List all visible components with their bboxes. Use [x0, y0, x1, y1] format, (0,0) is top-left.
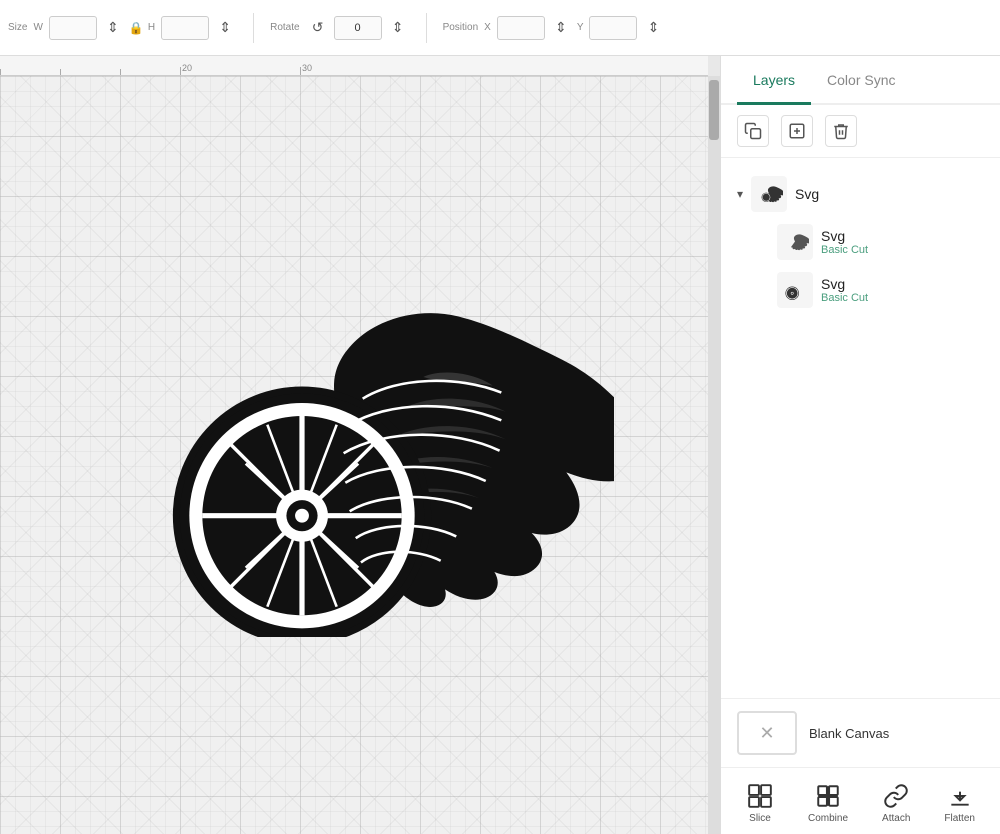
layer-group-thumb [751, 176, 787, 212]
layer-group-header[interactable]: ▾ Svg [737, 170, 984, 218]
divider-2 [426, 13, 427, 43]
vertical-scrollbar[interactable] [708, 76, 720, 834]
lock-icon: 🔒 [129, 21, 144, 35]
x-input[interactable] [497, 16, 545, 40]
y-label: Y [577, 22, 584, 33]
x-stepper[interactable]: ⇕ [549, 16, 573, 40]
toolbar-size-group: Size W ⇕ 🔒 H ⇕ [8, 16, 237, 40]
rotate-stepper[interactable]: ⇕ [386, 16, 410, 40]
panel-toolbar [721, 105, 1000, 158]
layer-item-svg1[interactable]: Svg Basic Cut [737, 218, 984, 266]
width-input[interactable] [49, 16, 97, 40]
layer-item-1-name: Svg [821, 228, 868, 244]
right-panel: Layers Color Sync ▾ [720, 56, 1000, 834]
height-stepper[interactable]: ⇕ [213, 16, 237, 40]
panel-tabs: Layers Color Sync [721, 56, 1000, 105]
copy-layer-button[interactable] [737, 115, 769, 147]
combine-button[interactable]: Combine [800, 778, 856, 828]
y-stepper[interactable]: ⇕ [641, 16, 665, 40]
layer-item-1-thumb [777, 224, 813, 260]
y-input[interactable] [589, 16, 637, 40]
blank-canvas-thumb [737, 711, 797, 755]
panel-action-bar: Slice Combine Attach Flatten [721, 767, 1000, 834]
width-stepper[interactable]: ⇕ [101, 16, 125, 40]
flatten-label: Flatten [944, 813, 975, 824]
main-toolbar: Size W ⇕ 🔒 H ⇕ Rotate ↺ ⇕ Position X ⇕ Y… [0, 0, 1000, 56]
layer-item-1-info: Svg Basic Cut [821, 228, 868, 256]
ruler-horizontal: 20 30 [0, 56, 708, 76]
canvas-area[interactable]: 20 30 [0, 56, 720, 834]
ruler-mark-30: 30 [302, 63, 312, 73]
height-input[interactable] [161, 16, 209, 40]
layer-item-1-sub: Basic Cut [821, 244, 868, 256]
flatten-icon [946, 782, 974, 810]
blank-canvas-row: Blank Canvas [737, 711, 984, 755]
layer-item-2-thumb [777, 272, 813, 308]
slice-button[interactable]: Slice [738, 778, 782, 828]
tab-color-sync[interactable]: Color Sync [811, 56, 911, 105]
blank-canvas-label: Blank Canvas [809, 726, 889, 741]
position-label: Position [443, 22, 479, 33]
scrollbar-thumb [709, 80, 719, 140]
combine-icon [814, 782, 842, 810]
x-label: X [484, 22, 491, 33]
toolbar-position-group: Position X ⇕ Y ⇕ [443, 16, 666, 40]
chevron-down-icon: ▾ [737, 187, 743, 201]
attach-icon [882, 782, 910, 810]
rotate-icon[interactable]: ↺ [306, 16, 330, 40]
ruler-mark-20: 20 [182, 63, 192, 73]
layer-group-name: Svg [795, 186, 819, 202]
size-label: Size [8, 22, 27, 33]
combine-label: Combine [808, 813, 848, 824]
tab-layers[interactable]: Layers [737, 56, 811, 105]
w-label: W [33, 22, 42, 33]
panel-bottom: Blank Canvas [721, 698, 1000, 767]
layer-item-2-sub: Basic Cut [821, 292, 868, 304]
attach-label: Attach [882, 813, 910, 824]
layer-item-2-info: Svg Basic Cut [821, 276, 868, 304]
main-area: 20 30 [0, 56, 1000, 834]
delete-layer-button[interactable] [825, 115, 857, 147]
slice-icon [746, 782, 774, 810]
attach-button[interactable]: Attach [874, 778, 918, 828]
divider-1 [253, 13, 254, 43]
layers-list: ▾ Svg [721, 158, 1000, 698]
flatten-button[interactable]: Flatten [936, 778, 983, 828]
canvas-logo [94, 273, 614, 637]
layer-item-svg2[interactable]: Svg Basic Cut [737, 266, 984, 314]
h-label: H [148, 22, 155, 33]
rotate-input[interactable] [334, 16, 382, 40]
toolbar-rotate-group: Rotate ↺ ⇕ [270, 16, 409, 40]
canvas-grid [0, 76, 708, 834]
rotate-label: Rotate [270, 22, 299, 33]
layer-item-2-name: Svg [821, 276, 868, 292]
slice-label: Slice [749, 813, 771, 824]
add-group-button[interactable] [781, 115, 813, 147]
layer-group-svg: ▾ Svg [721, 166, 1000, 318]
